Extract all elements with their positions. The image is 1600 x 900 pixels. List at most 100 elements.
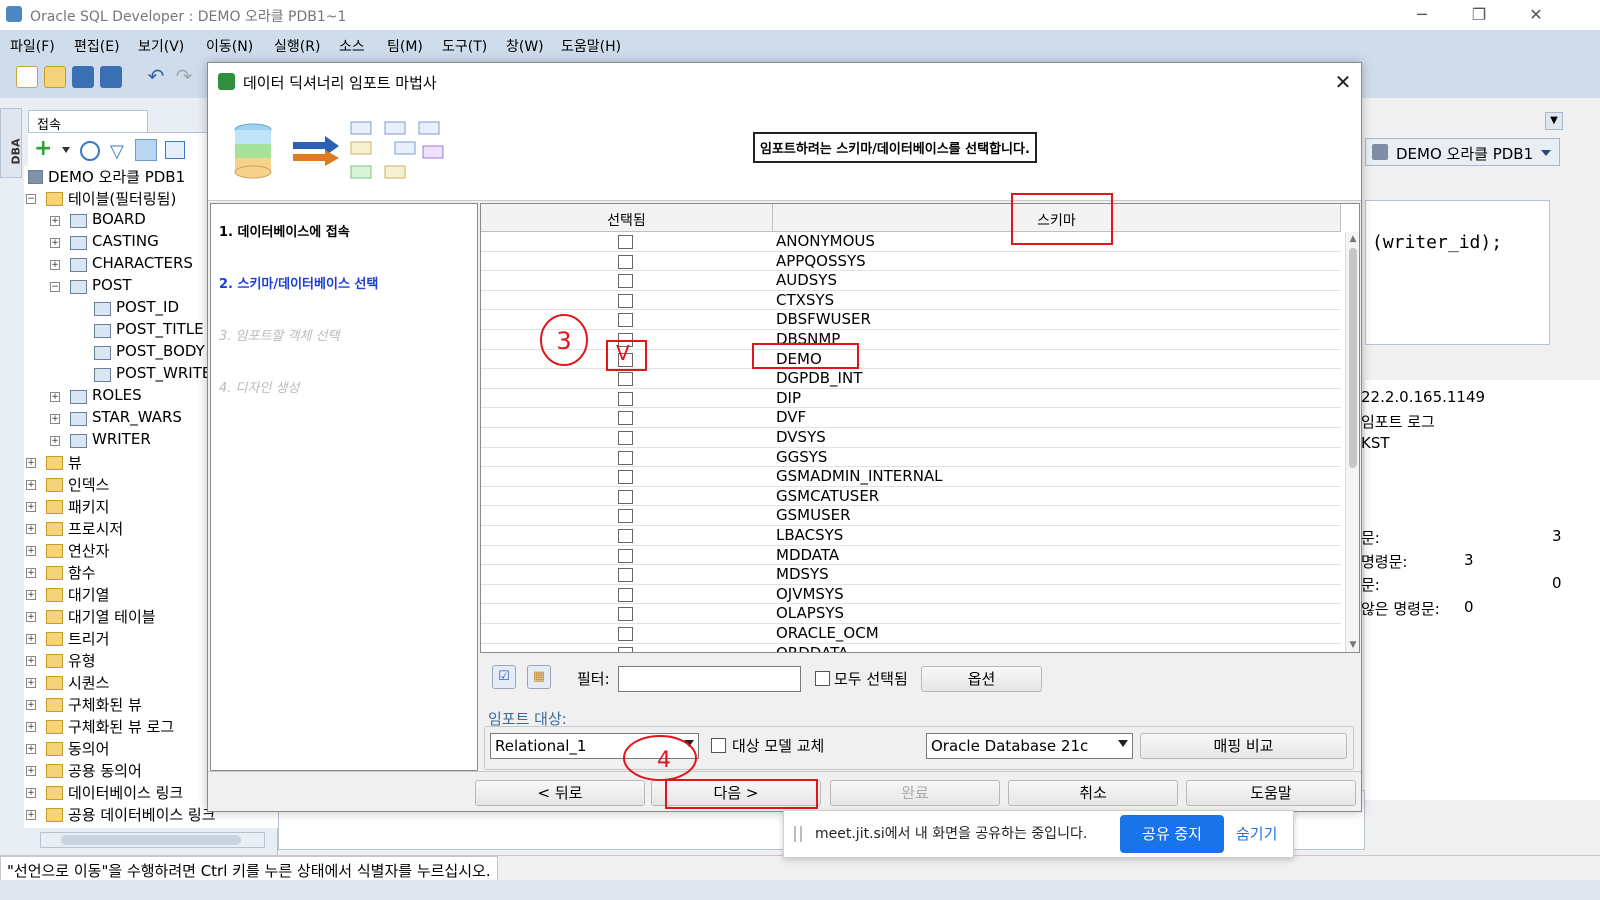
schema-row[interactable]: GSMCATUSER xyxy=(481,487,1341,507)
expand-icon[interactable]: + xyxy=(50,260,60,270)
schema-row[interactable]: APPQOSSYS xyxy=(481,252,1341,272)
schema-select-checkbox[interactable] xyxy=(618,293,633,308)
schema-select-checkbox[interactable] xyxy=(618,548,633,563)
menu-navigate[interactable]: 이동(N) xyxy=(206,36,253,56)
schema-select-checkbox[interactable] xyxy=(618,411,633,426)
expand-icon[interactable]: + xyxy=(26,568,36,578)
expand-icon[interactable]: + xyxy=(26,634,36,644)
scrollbar-thumb[interactable] xyxy=(1349,248,1357,468)
collapse-icon[interactable]: − xyxy=(50,282,60,292)
save-all-icon[interactable] xyxy=(100,66,122,88)
expand-icon[interactable]: + xyxy=(26,766,36,776)
connection-selector[interactable]: DEMO 오라클 PDB1 xyxy=(1365,138,1560,166)
database-version-combo[interactable]: Oracle Database 21c xyxy=(926,733,1133,759)
minimize-icon[interactable]: ─ xyxy=(1411,4,1433,26)
expand-icon[interactable]: + xyxy=(26,590,36,600)
menu-source[interactable]: 소스 xyxy=(339,36,365,56)
schema-row[interactable]: ANONYMOUS xyxy=(481,232,1341,252)
schema-row[interactable]: DVSYS xyxy=(481,428,1341,448)
restore-icon[interactable]: ❐ xyxy=(1468,4,1490,26)
expand-icon[interactable]: + xyxy=(26,546,36,556)
schema-row[interactable]: DVF xyxy=(481,408,1341,428)
expand-icon[interactable]: + xyxy=(26,810,36,820)
help-button[interactable]: 도움말 xyxy=(1186,780,1356,806)
expand-icon[interactable]: + xyxy=(26,458,36,468)
expand-icon[interactable]: + xyxy=(26,700,36,710)
schema-browser-icon[interactable] xyxy=(135,139,157,161)
expand-icon[interactable]: + xyxy=(50,436,60,446)
drag-handle-icon[interactable] xyxy=(794,826,802,842)
schema-select-checkbox[interactable] xyxy=(618,391,633,406)
schema-row[interactable]: MDSYS xyxy=(481,565,1341,585)
expand-icon[interactable]: + xyxy=(50,392,60,402)
wizard-step[interactable]: 2. 스키마/데이터베이스 선택 xyxy=(219,273,378,292)
wizard-step[interactable]: 1. 데이터베이스에 접속 xyxy=(219,221,350,240)
save-icon[interactable] xyxy=(72,66,94,88)
menu-team[interactable]: 팀(M) xyxy=(387,36,423,56)
filter-icon[interactable]: ▽ xyxy=(110,141,124,162)
dba-side-tab[interactable]: DBA xyxy=(0,108,23,178)
schema-row[interactable]: DBSFWUSER xyxy=(481,310,1341,330)
open-folder-icon[interactable] xyxy=(44,66,66,88)
schema-select-checkbox[interactable] xyxy=(618,274,633,289)
menu-edit[interactable]: 편집(E) xyxy=(74,36,120,56)
expand-icon[interactable]: + xyxy=(26,524,36,534)
expand-icon[interactable]: + xyxy=(50,414,60,424)
cancel-button[interactable]: 취소 xyxy=(1008,780,1178,806)
add-connection-icon[interactable]: + xyxy=(34,138,52,160)
collapse-icon[interactable]: − xyxy=(26,194,36,204)
menu-file[interactable]: 파일(F) xyxy=(10,36,55,56)
scroll-down-icon[interactable]: ▼ xyxy=(1347,640,1359,650)
schema-select-checkbox[interactable] xyxy=(618,313,633,328)
expand-icon[interactable]: + xyxy=(50,216,60,226)
select-all-icon[interactable]: ☑ xyxy=(492,665,516,689)
expand-icon[interactable]: + xyxy=(26,612,36,622)
schema-select-checkbox[interactable] xyxy=(618,470,633,485)
stop-sharing-button[interactable]: 공유 중지 xyxy=(1120,815,1224,853)
panel-scroll-down-icon[interactable]: ▼ xyxy=(1545,112,1563,130)
sql-worksheet[interactable] xyxy=(1365,200,1550,345)
expand-icon[interactable]: + xyxy=(50,238,60,248)
expand-icon[interactable]: + xyxy=(26,656,36,666)
deselect-all-icon[interactable]: ▦ xyxy=(527,665,551,689)
expand-icon[interactable]: + xyxy=(26,502,36,512)
replace-model-checkbox[interactable] xyxy=(711,738,726,753)
scrollbar-thumb[interactable] xyxy=(61,835,241,845)
schema-row[interactable]: GGSYS xyxy=(481,448,1341,468)
column-selected-header[interactable]: 선택됨 xyxy=(481,204,773,232)
undo-icon[interactable]: ↶ xyxy=(145,66,167,88)
schema-select-checkbox[interactable] xyxy=(618,372,633,387)
expand-icon[interactable]: + xyxy=(26,480,36,490)
schema-select-checkbox[interactable] xyxy=(618,431,633,445)
schema-row[interactable]: DIP xyxy=(481,389,1341,409)
schema-row[interactable]: AUDSYS xyxy=(481,271,1341,291)
scroll-up-icon[interactable]: ▲ xyxy=(1347,234,1359,244)
chevron-down-icon[interactable] xyxy=(62,147,70,153)
schema-row[interactable]: OJVMSYS xyxy=(481,585,1341,605)
expand-icon[interactable]: + xyxy=(26,744,36,754)
connection-report-icon[interactable] xyxy=(165,141,185,159)
redo-icon[interactable]: ↷ xyxy=(173,66,195,88)
schema-row[interactable]: CTXSYS xyxy=(481,291,1341,311)
schema-row[interactable]: DGPDB_INT xyxy=(481,369,1341,389)
select-all-checkbox[interactable] xyxy=(815,671,830,686)
close-icon[interactable]: ✕ xyxy=(1330,69,1356,95)
schema-select-checkbox[interactable] xyxy=(618,254,633,269)
hide-link[interactable]: 숨기기 xyxy=(1236,823,1277,844)
close-window-icon[interactable]: ✕ xyxy=(1525,4,1547,26)
tree-horizontal-scrollbar[interactable] xyxy=(40,832,265,848)
schema-select-checkbox[interactable] xyxy=(618,509,633,524)
expand-icon[interactable]: + xyxy=(26,788,36,798)
schema-select-checkbox[interactable] xyxy=(618,587,633,602)
menu-run[interactable]: 실행(R) xyxy=(274,36,320,56)
menu-window[interactable]: 창(W) xyxy=(506,36,544,56)
schema-row[interactable]: ORACLE_OCM xyxy=(481,624,1341,644)
menu-tools[interactable]: 도구(T) xyxy=(442,36,487,56)
schema-row[interactable]: LBACSYS xyxy=(481,526,1341,546)
menu-view[interactable]: 보기(V) xyxy=(138,36,184,56)
expand-icon[interactable]: + xyxy=(26,722,36,732)
schema-select-checkbox[interactable] xyxy=(618,235,633,249)
grid-vertical-scrollbar[interactable]: ▲ ▼ xyxy=(1345,232,1359,652)
schema-row[interactable]: ORDDATA xyxy=(481,644,1341,652)
new-file-icon[interactable] xyxy=(16,66,38,88)
